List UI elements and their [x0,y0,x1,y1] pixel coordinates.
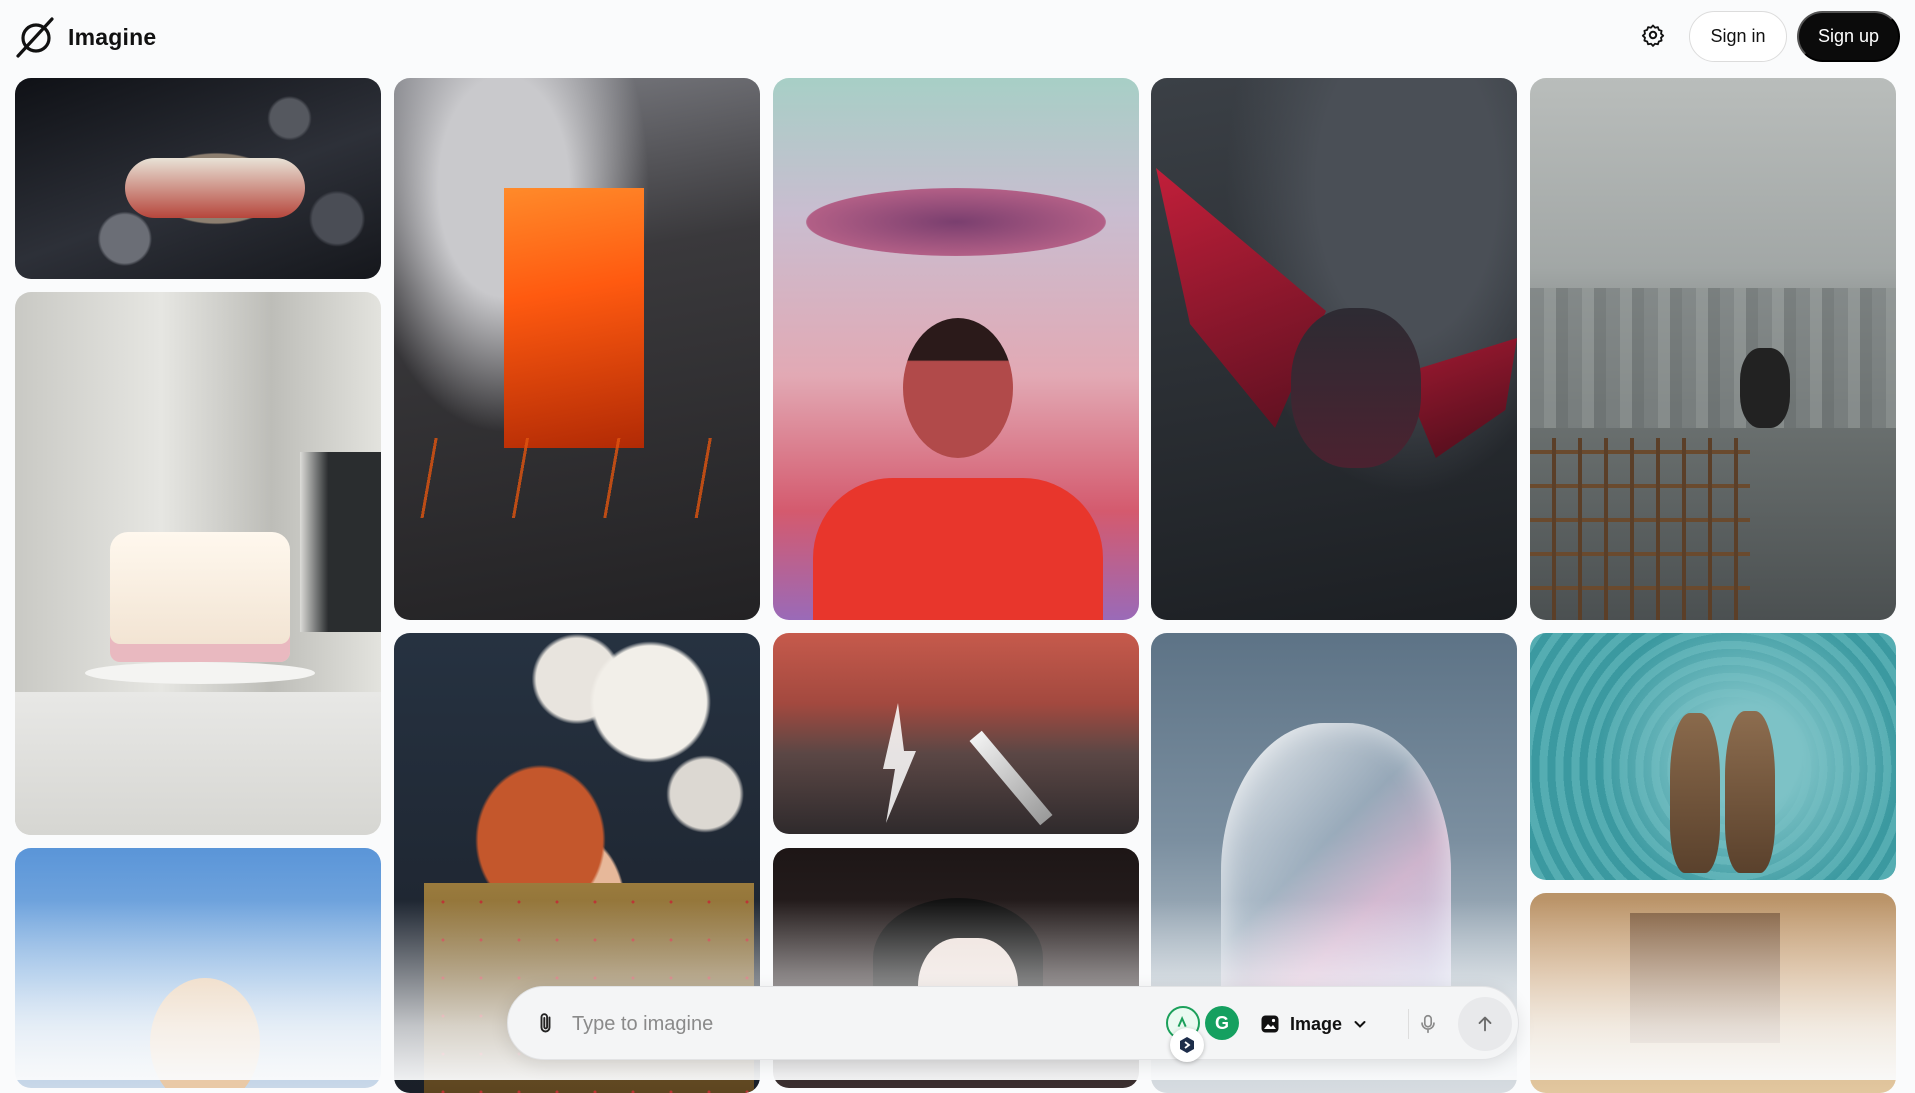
gallery-image-laughing-woman[interactable] [15,848,381,1088]
sign-up-button[interactable]: Sign up [1797,11,1900,62]
microphone-icon[interactable] [1408,1004,1448,1044]
gallery-image-ufo-boy[interactable] [773,78,1139,620]
gallery-image-steamship-asteroids[interactable] [15,78,381,279]
gallery-image-otters[interactable] [1530,633,1896,880]
arrow-up-icon [1478,1016,1492,1032]
mode-selector[interactable]: Image [1260,1005,1368,1043]
prompt-input[interactable] [572,1005,1042,1043]
app-name: Imagine [68,23,157,50]
gallery-image-birthday-cake[interactable] [15,292,381,835]
gallery-image-volcano-lava[interactable] [394,78,760,620]
lava-streams-shape [394,438,760,518]
city-skyline-shape [1530,288,1896,428]
painting-shape [1630,913,1780,1043]
dragon-body-shape [1291,308,1421,468]
send-button[interactable] [1458,997,1512,1051]
brand[interactable]: Imagine [14,16,156,58]
ufo-shape [806,188,1106,256]
red-sweater-shape [813,478,1103,620]
otter-right-shape [1725,711,1775,873]
sword-shape [969,730,1053,826]
table-shape [15,692,381,835]
lava-flow-shape [504,188,644,448]
imagine-logo-icon [16,17,54,58]
mode-label: Image [1290,1013,1343,1034]
grammar-assistant-icon[interactable]: G [1205,1006,1239,1040]
gallery-image-dragon-rider[interactable] [1151,78,1517,620]
lightning-shape [883,703,916,823]
top-bar: Imagine Sign in Sign up [0,0,1915,74]
sign-in-button[interactable]: Sign in [1689,11,1787,62]
jumper-shape [1740,348,1790,428]
image-icon [1261,1015,1279,1033]
chevron-down-icon [1354,1021,1366,1028]
gallery-image-rooftop-jump[interactable] [1530,78,1896,620]
gear-icon[interactable] [1636,18,1670,52]
gallery-image-sword-lightning[interactable] [773,633,1139,834]
boy-head-shape [903,318,1013,458]
otter-left-shape [1670,713,1720,873]
prompt-bar: G Image [507,986,1519,1062]
monitor-shape [300,452,381,632]
gallery-image-ornate-interior[interactable] [1530,893,1896,1093]
scaffold-shape [1530,438,1750,620]
cake-stand-shape [85,662,315,684]
helper-hexagon-icon[interactable] [1170,1028,1204,1062]
paperclip-icon[interactable] [534,1011,558,1037]
face-shape [150,978,260,1088]
ship-shape [125,158,305,218]
cake-shape [110,532,290,662]
